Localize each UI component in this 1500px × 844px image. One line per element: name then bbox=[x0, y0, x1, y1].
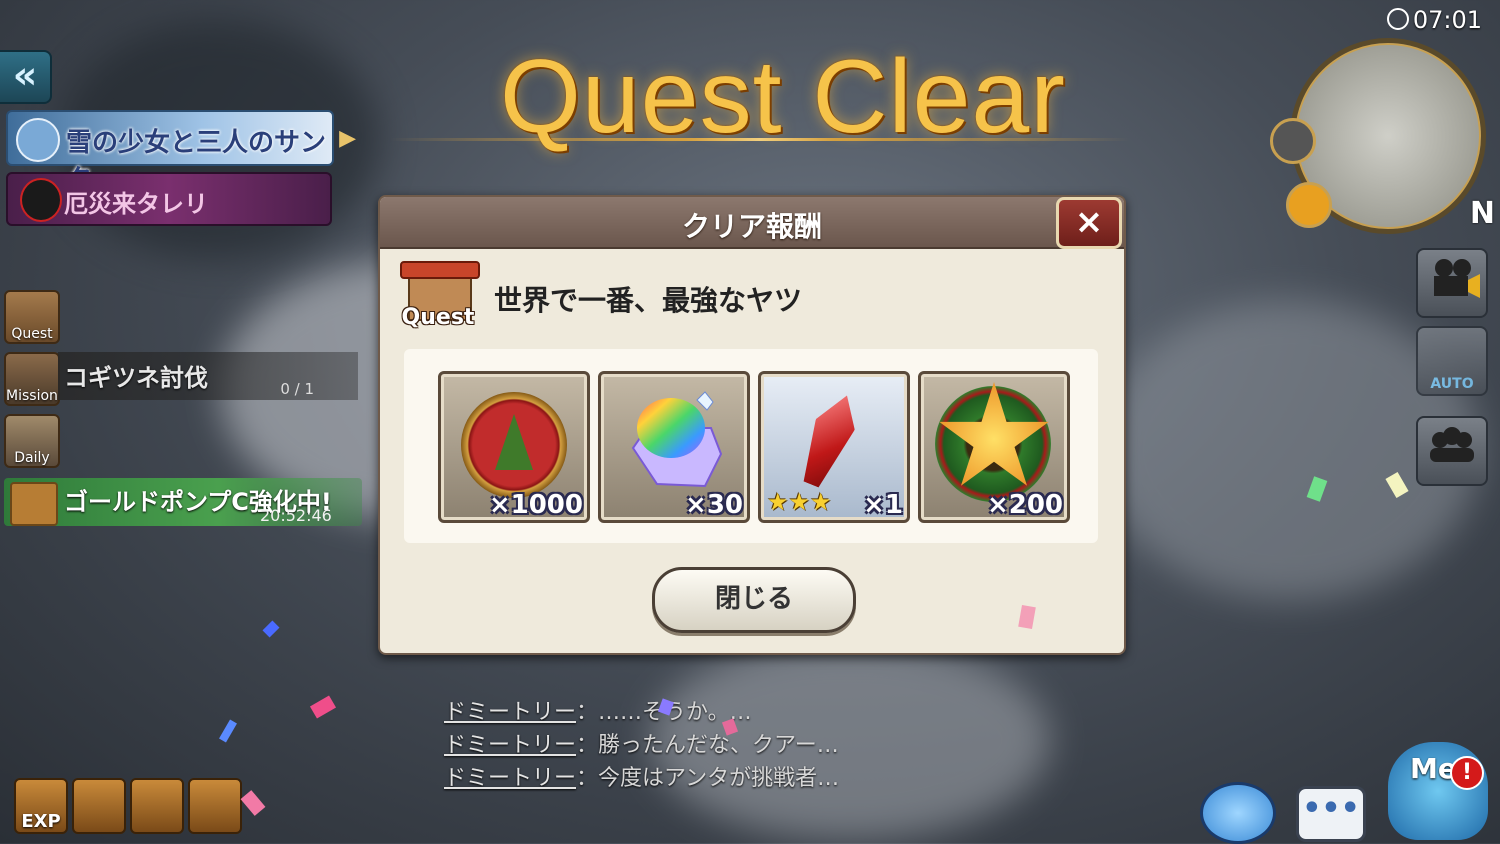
close-icon[interactable]: × bbox=[1056, 197, 1122, 249]
chat-line: ドミートリー：今度はアンタが挑戦者… bbox=[444, 760, 839, 792]
chevron-right-icon[interactable]: ▶ bbox=[339, 126, 356, 151]
gold-pump-timer: 20:52:46 bbox=[260, 506, 332, 525]
rarity-stars: ★★★ bbox=[767, 488, 832, 516]
gold-pump-icon bbox=[10, 482, 58, 526]
mission-side-label: Mission bbox=[6, 388, 58, 404]
party-icon bbox=[1430, 427, 1474, 462]
daily-side-label: Daily bbox=[14, 450, 50, 466]
mission-row[interactable]: コギツネ討伐 0 / 1 bbox=[58, 352, 358, 400]
tree-icon bbox=[495, 414, 533, 470]
chat-speaker[interactable]: ドミートリー bbox=[444, 766, 576, 791]
reward-item[interactable]: ×200 bbox=[918, 371, 1070, 523]
chat-text: ：今度はアンタが挑戦者… bbox=[576, 766, 840, 791]
exp-label: EXP bbox=[21, 811, 61, 832]
map-toggle-icon[interactable] bbox=[1270, 118, 1316, 164]
chat-line: ドミートリー：勝ったんだな、クアー… bbox=[444, 727, 839, 759]
auto-button[interactable]: AUTO bbox=[1416, 326, 1488, 396]
chat-speaker[interactable]: ドミートリー bbox=[444, 700, 576, 725]
bell-icon bbox=[16, 118, 60, 162]
compass-boost-icon[interactable] bbox=[72, 778, 126, 834]
quest-name: 世界で一番、最強なヤツ bbox=[494, 284, 803, 317]
chat-line: ドミートリー：……そうか。… bbox=[444, 694, 752, 726]
boots-boost-icon[interactable] bbox=[130, 778, 184, 834]
quest-side-button[interactable]: Quest bbox=[4, 290, 60, 344]
reward-count: ×1000 bbox=[488, 490, 583, 520]
chat-speaker[interactable]: ドミートリー bbox=[444, 733, 576, 758]
mission-side-button[interactable]: Mission bbox=[4, 352, 60, 406]
chat-text: ：勝ったんだな、クアー… bbox=[576, 733, 839, 758]
map-character-icon[interactable] bbox=[1286, 182, 1332, 228]
chat-button[interactable]: ••• bbox=[1296, 786, 1366, 842]
quest-shop-roof bbox=[400, 261, 480, 279]
alert-badge: ! bbox=[1450, 756, 1484, 790]
dialog-title: クリア報酬 bbox=[681, 210, 822, 243]
quest-clear-title: Quest Clear bbox=[500, 39, 1066, 155]
rainbow-gem-icon bbox=[631, 391, 723, 488]
party-button[interactable] bbox=[1416, 416, 1488, 486]
gate-boost-icon[interactable] bbox=[188, 778, 242, 834]
reward-item[interactable]: ×30 bbox=[598, 371, 750, 523]
confetti bbox=[240, 790, 266, 816]
dialog-header: クリア報酬 × bbox=[380, 197, 1124, 249]
reward-item[interactable]: ×1000 bbox=[438, 371, 590, 523]
close-button[interactable]: 閉じる bbox=[652, 567, 856, 633]
confetti bbox=[262, 620, 280, 638]
reward-dialog: クリア報酬 × Quest 世界で一番、最強なヤツ ×1000 ×30 ★★★ … bbox=[378, 195, 1126, 655]
emote-button[interactable] bbox=[1200, 782, 1276, 844]
camera-button[interactable] bbox=[1416, 248, 1488, 318]
quest-side-label: Quest bbox=[11, 326, 53, 342]
boss-banner-title: 厄災来タレリ bbox=[64, 190, 208, 218]
clock-time: 07:01 bbox=[1412, 6, 1482, 34]
me-button[interactable]: Me ! bbox=[1388, 742, 1488, 840]
exp-boost-button[interactable]: EXP bbox=[14, 778, 68, 834]
red-crystal-icon bbox=[792, 388, 865, 492]
clock-icon bbox=[1386, 8, 1409, 30]
gold-pump-panel[interactable]: ゴールドポンプC強化中! 20:52:46 bbox=[4, 478, 362, 526]
reward-count: ×30 bbox=[685, 490, 743, 520]
boss-banner[interactable]: 厄災来タレリ bbox=[6, 172, 332, 226]
reward-count: ×1 bbox=[863, 490, 903, 520]
clock: 07:01 bbox=[1386, 6, 1482, 34]
auto-label: AUTO bbox=[1430, 376, 1474, 392]
confetti bbox=[309, 695, 337, 719]
mission-title: コギツネ討伐 bbox=[64, 364, 208, 392]
camera-icon bbox=[1434, 259, 1480, 298]
quest-icon-label: Quest bbox=[401, 305, 475, 330]
back-button[interactable]: « bbox=[0, 50, 52, 104]
quest-shop-icon: Quest bbox=[400, 261, 480, 335]
confetti bbox=[219, 719, 237, 743]
reward-item[interactable]: ★★★ ×1 bbox=[758, 371, 910, 523]
demon-face-icon bbox=[20, 178, 62, 222]
reward-list: ×1000 ×30 ★★★ ×1 ×200 bbox=[404, 349, 1098, 543]
event-banner[interactable]: 雪の少女と三人のサンタ ▶ bbox=[6, 110, 356, 195]
daily-side-button[interactable]: Daily bbox=[4, 414, 60, 468]
north-indicator: N bbox=[1469, 196, 1495, 231]
mission-progress: 0 / 1 bbox=[280, 380, 314, 398]
reward-count: ×200 bbox=[986, 490, 1063, 520]
